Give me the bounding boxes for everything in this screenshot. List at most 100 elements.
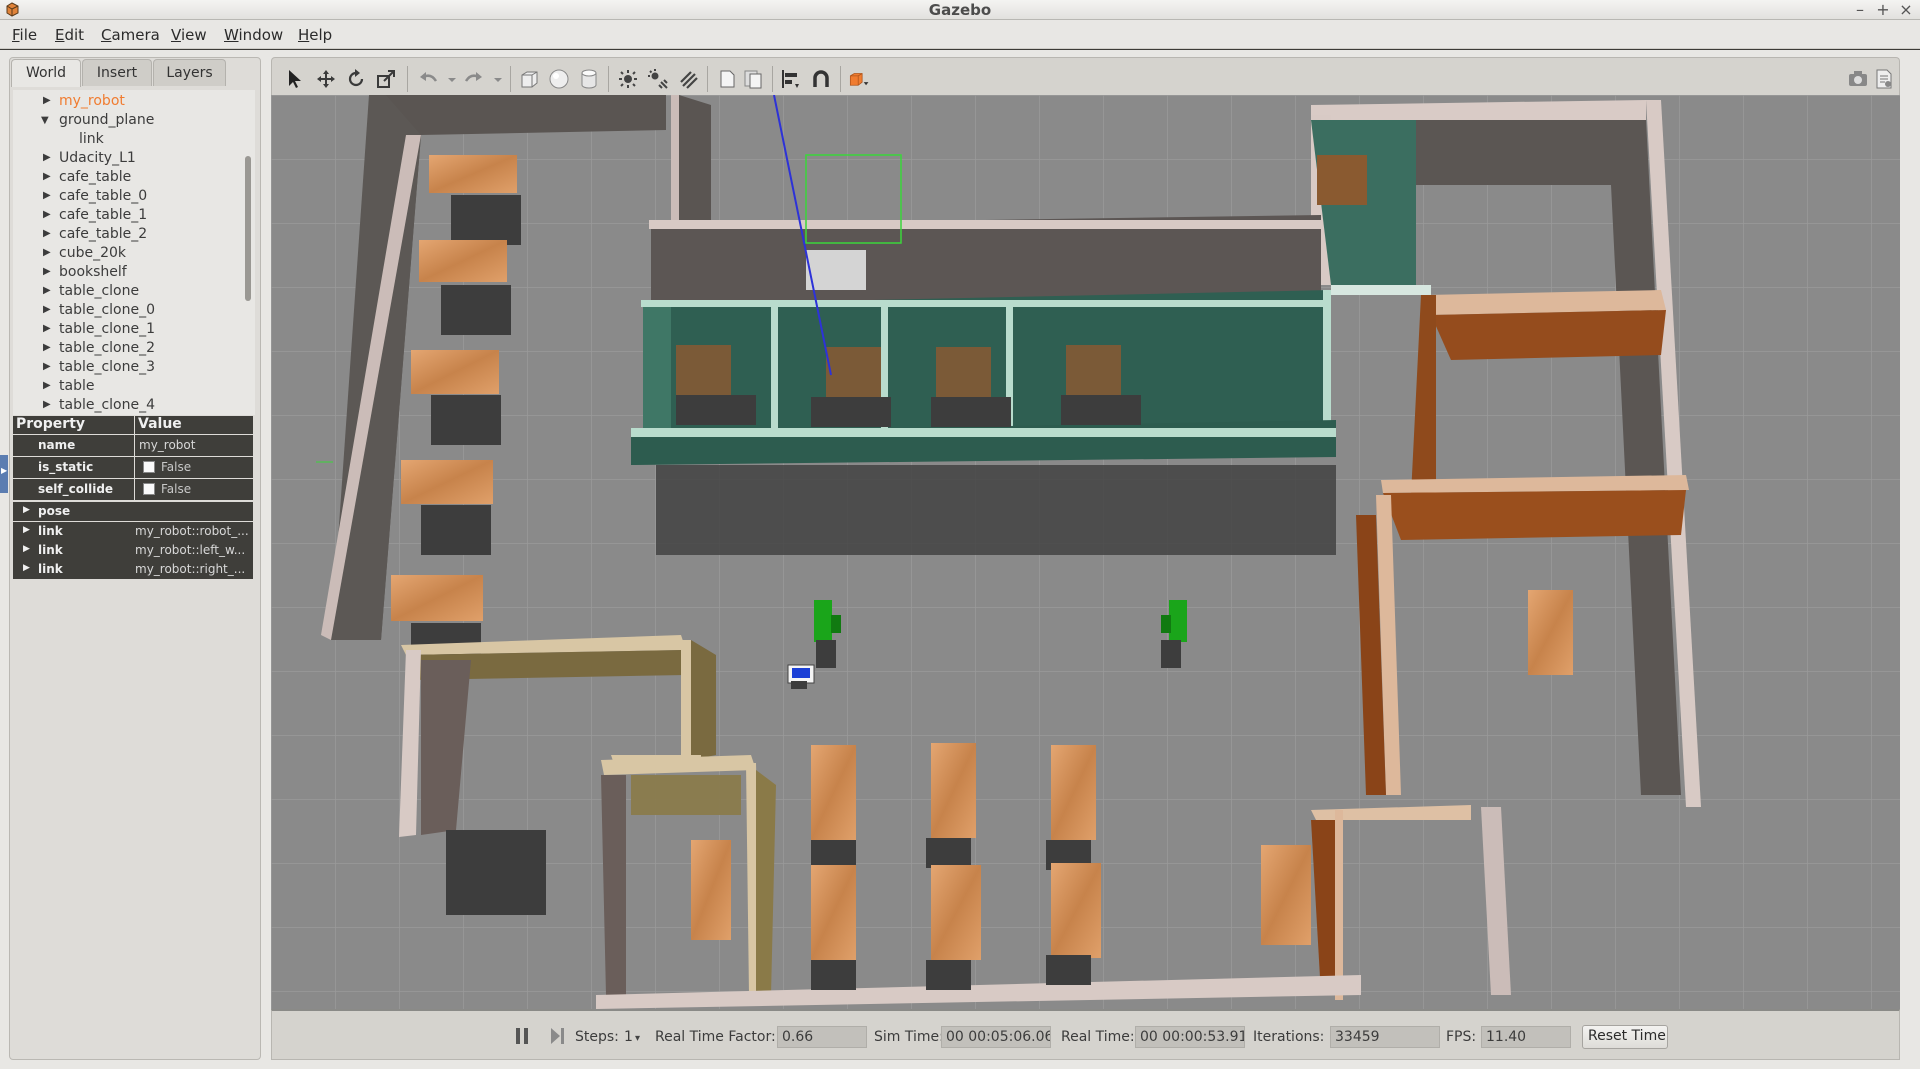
- close-icon[interactable]: ×: [1896, 0, 1916, 19]
- menu-window[interactable]: Window: [224, 26, 283, 44]
- self-collide-checkbox[interactable]: [143, 483, 155, 495]
- spot-light-icon[interactable]: [647, 68, 669, 90]
- tab-layers[interactable]: Layers: [153, 59, 226, 86]
- expand-arrow-icon[interactable]: ▶: [43, 361, 51, 372]
- link-expander[interactable]: ▶ link my_robot::robot_...: [13, 522, 253, 541]
- property-name: link: [38, 524, 63, 538]
- point-light-icon[interactable]: [617, 68, 639, 90]
- expand-arrow-icon[interactable]: ▶: [23, 544, 30, 554]
- expand-arrow-icon[interactable]: ▶: [43, 380, 51, 391]
- tree-item[interactable]: ▶ table: [13, 378, 243, 397]
- expand-arrow-icon[interactable]: ▶: [43, 285, 51, 296]
- log-icon[interactable]: [1873, 68, 1895, 90]
- collapse-arrow-icon[interactable]: ▼: [41, 115, 49, 126]
- tree-item[interactable]: ▶ table_clone_2: [13, 340, 243, 359]
- expand-arrow-icon[interactable]: ▶: [23, 525, 30, 535]
- expand-arrow-icon[interactable]: ▶: [43, 304, 51, 315]
- property-row-pose[interactable]: ▶ pose: [13, 502, 253, 524]
- expand-arrow-icon[interactable]: ▶: [43, 228, 51, 239]
- tree-item[interactable]: ▶ cafe_table_0: [13, 188, 243, 207]
- tree-label: ground_plane: [59, 112, 155, 128]
- box-icon[interactable]: [518, 68, 540, 90]
- property-value[interactable]: my_robot: [135, 435, 253, 456]
- is-static-checkbox[interactable]: [143, 461, 155, 473]
- tree-item[interactable]: ▶ cafe_table: [13, 169, 243, 188]
- tree-label: link: [79, 131, 104, 147]
- expand-arrow-icon[interactable]: ▶: [43, 209, 51, 220]
- cylinder-icon[interactable]: [578, 68, 600, 90]
- tree-item[interactable]: ▶ bookshelf: [13, 264, 243, 283]
- align-icon[interactable]: [780, 68, 802, 90]
- expand-arrow-icon[interactable]: ▶: [43, 342, 51, 353]
- steps-value[interactable]: 1: [624, 1029, 633, 1045]
- tree-label: table_clone_2: [59, 340, 156, 356]
- menu-camera[interactable]: Camera: [101, 26, 160, 44]
- menu-view[interactable]: View: [171, 26, 207, 44]
- menu-help[interactable]: Help: [298, 26, 332, 44]
- redo-history-icon[interactable]: [487, 68, 502, 90]
- maximize-icon[interactable]: +: [1873, 0, 1893, 19]
- link-expander[interactable]: ▶ link my_robot::right_...: [13, 560, 253, 579]
- tree-item-link[interactable]: link: [13, 131, 243, 150]
- undo-history-icon[interactable]: [441, 68, 456, 90]
- menu-edit[interactable]: Edit: [55, 26, 84, 44]
- rotate-icon[interactable]: [345, 68, 367, 90]
- tree-item[interactable]: ▶ table_clone_4: [13, 397, 243, 415]
- tab-world[interactable]: World: [11, 59, 81, 87]
- tree-item[interactable]: ▶ cafe_table_1: [13, 207, 243, 226]
- snap-icon[interactable]: [810, 68, 832, 90]
- steps-dropdown-icon[interactable]: ▾: [635, 1033, 640, 1044]
- tree-item[interactable]: ▶ table_clone: [13, 283, 243, 302]
- expand-arrow-icon[interactable]: ▶: [43, 152, 51, 163]
- undo-icon[interactable]: [417, 68, 439, 90]
- pose-expander[interactable]: ▶ pose: [13, 502, 253, 521]
- screenshot-icon[interactable]: [1847, 68, 1869, 90]
- redo-icon[interactable]: [463, 68, 485, 90]
- expand-arrow-icon[interactable]: ▶: [43, 171, 51, 182]
- tree-item[interactable]: ▶ Udacity_L1: [13, 150, 243, 169]
- select-icon[interactable]: [285, 68, 307, 90]
- tree-item[interactable]: ▶ table_clone_3: [13, 359, 243, 378]
- translate-icon[interactable]: [315, 68, 337, 90]
- tree-item[interactable]: ▶ table_clone_0: [13, 302, 243, 321]
- pause-icon[interactable]: [514, 1026, 530, 1046]
- tree-item-ground-plane[interactable]: ▼ ground_plane: [13, 112, 243, 131]
- directional-light-icon[interactable]: [677, 68, 699, 90]
- property-row-name: name my_robot: [13, 435, 253, 457]
- tree-item-my-robot[interactable]: ▶ my_robot: [13, 93, 243, 112]
- tab-insert[interactable]: Insert: [82, 59, 152, 86]
- tree-item[interactable]: ▶ cube_20k: [13, 245, 243, 264]
- window-title: Gazebo: [928, 1, 992, 19]
- expand-arrow-icon[interactable]: ▶: [43, 95, 51, 106]
- tree-item[interactable]: ▶ table_clone_1: [13, 321, 243, 340]
- expand-arrow-icon[interactable]: ▶: [23, 563, 30, 573]
- tree-label: table_clone_4: [59, 397, 156, 413]
- expand-arrow-icon[interactable]: ▶: [43, 247, 51, 258]
- minimize-icon[interactable]: –: [1850, 0, 1870, 19]
- menu-file[interactable]: File: [12, 26, 37, 44]
- expand-arrow-icon[interactable]: ▶: [43, 190, 51, 201]
- copy-icon[interactable]: [716, 68, 738, 90]
- tree-label: cube_20k: [59, 245, 126, 261]
- tree-item[interactable]: ▶ cafe_table_2: [13, 226, 243, 245]
- sim-time-label: Sim Time:: [874, 1029, 944, 1045]
- 3d-viewport[interactable]: [271, 95, 1900, 1009]
- expand-arrow-icon[interactable]: ▶: [43, 399, 51, 410]
- steps-label: Steps:: [575, 1029, 619, 1045]
- scale-icon[interactable]: [375, 68, 397, 90]
- real-time-label: Real Time:: [1061, 1029, 1135, 1045]
- expand-arrow-icon[interactable]: ▶: [43, 323, 51, 334]
- panel-collapse-handle[interactable]: ▶: [0, 455, 8, 493]
- tree-scrollbar[interactable]: [245, 156, 251, 301]
- expand-arrow-icon[interactable]: ▶: [43, 266, 51, 277]
- expand-arrow-icon[interactable]: ▶: [23, 505, 30, 515]
- view-angle-icon[interactable]: [848, 68, 876, 90]
- toolbar: [271, 57, 1900, 95]
- property-row-link[interactable]: ▶ link my_robot::right_...: [13, 560, 253, 582]
- link-expander[interactable]: ▶ link my_robot::left_w...: [13, 541, 253, 560]
- reset-time-button[interactable]: Reset Time: [1582, 1025, 1668, 1049]
- paste-icon[interactable]: [742, 68, 764, 90]
- sphere-icon[interactable]: [548, 68, 570, 90]
- step-icon[interactable]: [549, 1026, 565, 1046]
- tree-label: cafe_table_2: [59, 226, 148, 242]
